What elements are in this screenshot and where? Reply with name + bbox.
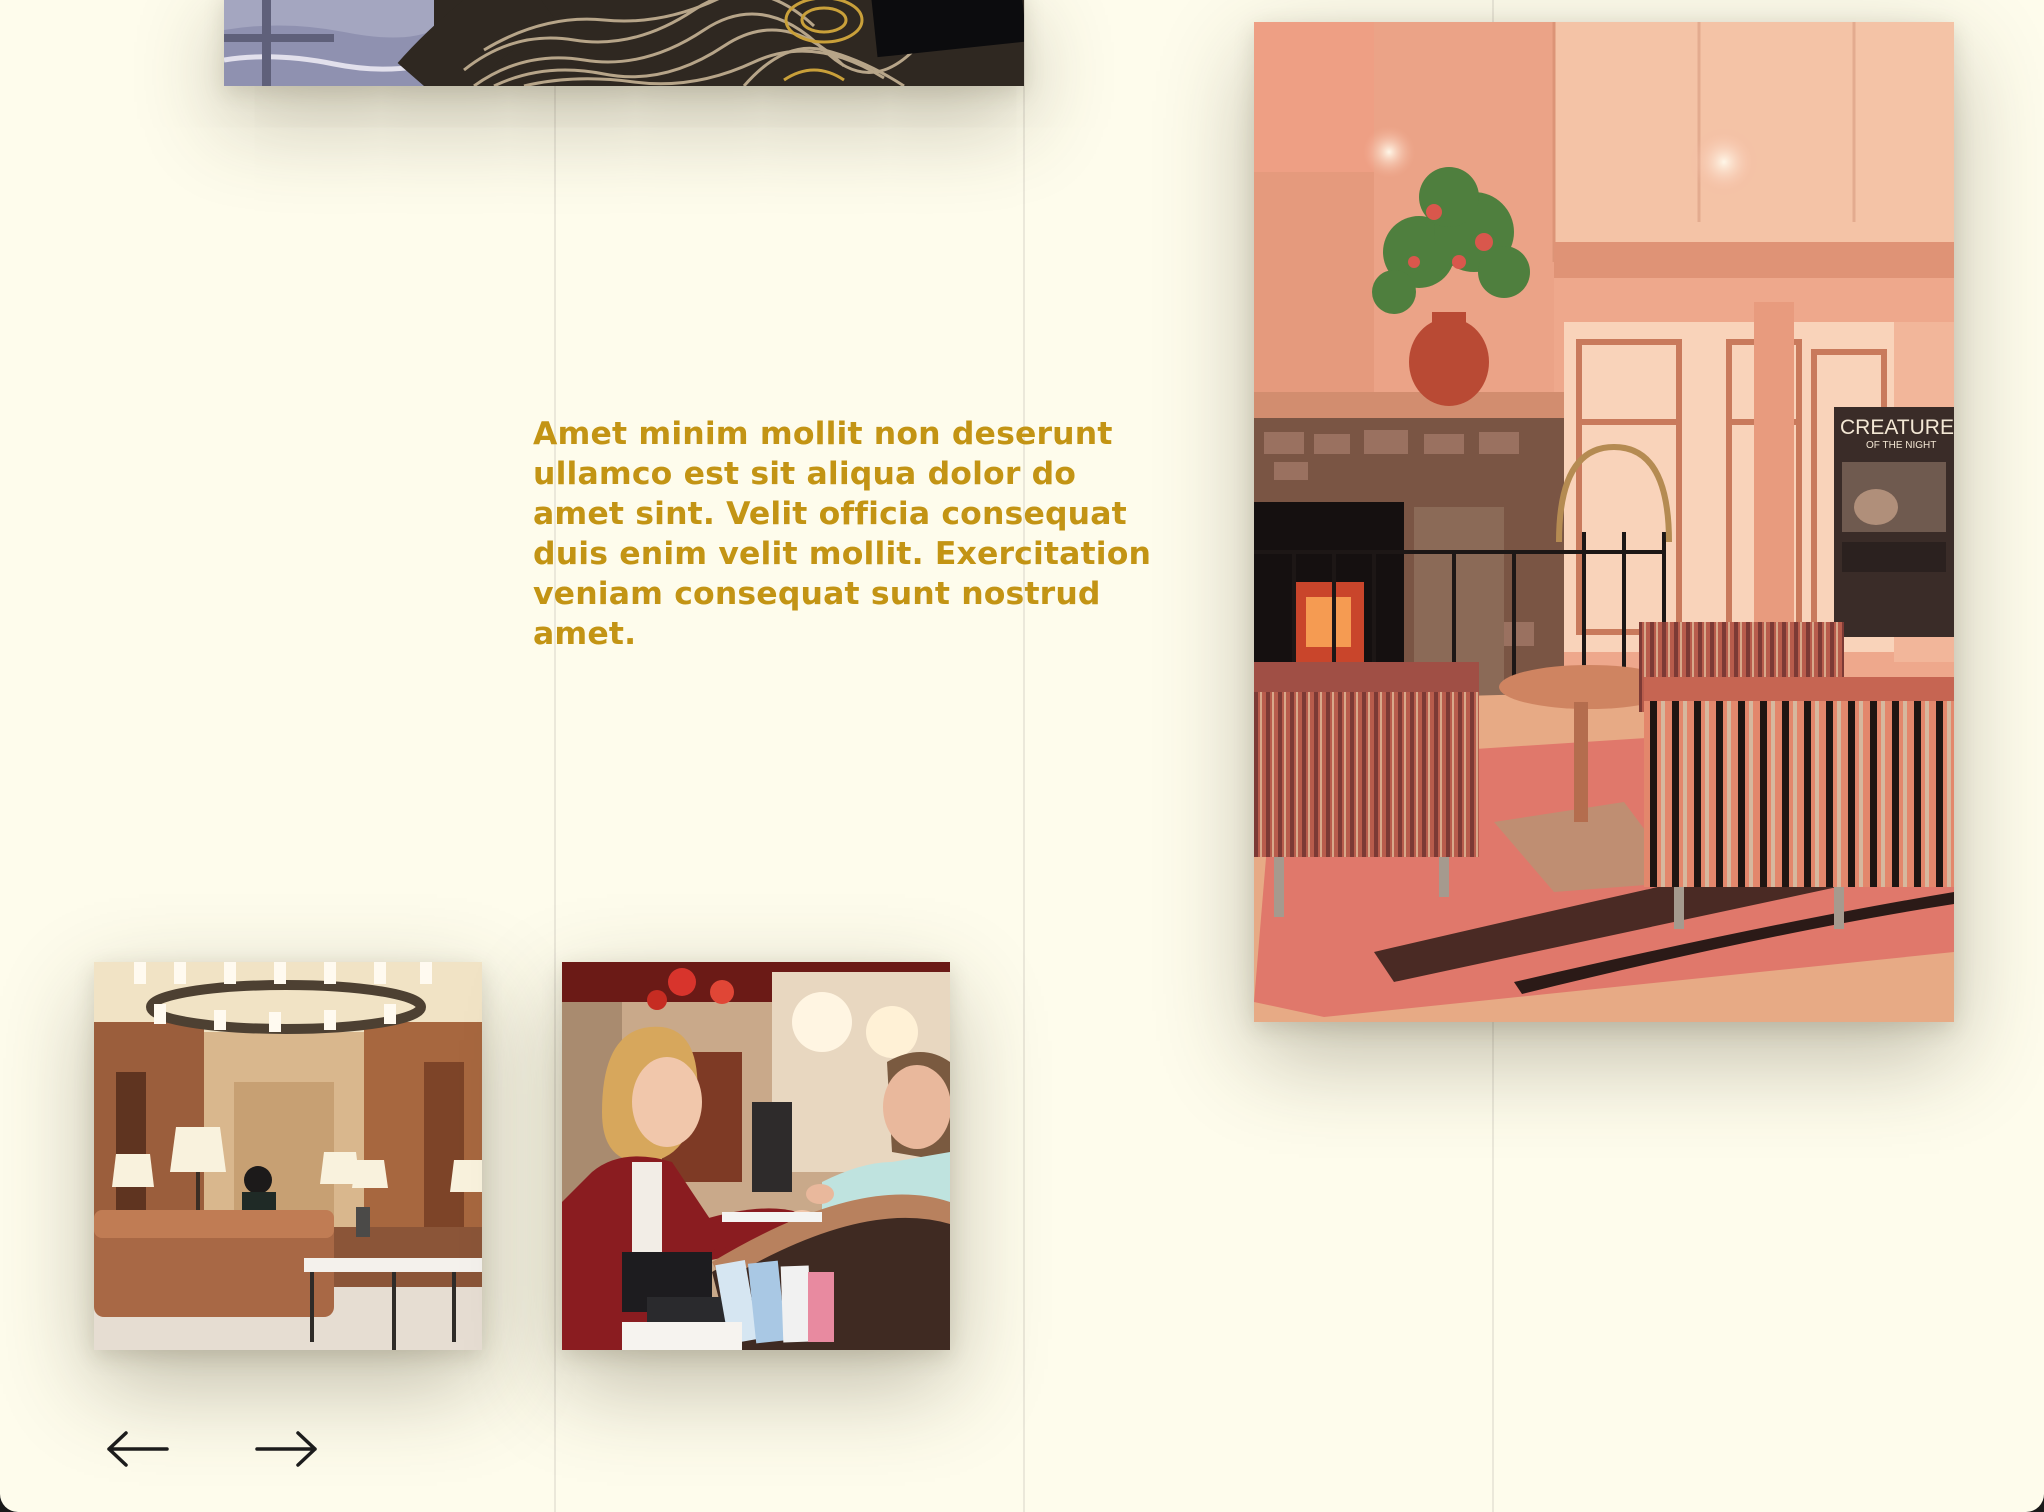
hotel-lounge-photo xyxy=(94,962,482,1350)
arrow-right-icon xyxy=(255,1431,317,1467)
reception-desk-photo xyxy=(562,962,950,1350)
poster-title: CREATURES xyxy=(1840,416,1954,439)
carpet-photo xyxy=(224,0,1024,86)
grid-line xyxy=(554,0,556,1512)
lobby-fireplace-photo: CREATURES OF THE NIGHT xyxy=(1254,22,1954,1022)
next-button[interactable] xyxy=(254,1428,320,1470)
page-canvas: CREATURES OF THE NIGHT xyxy=(0,0,2044,1512)
tagline-text: Amet minim mollit non deserunt ullamco e… xyxy=(533,416,1152,652)
grid-line xyxy=(1023,0,1025,1512)
poster-subtitle: OF THE NIGHT xyxy=(1866,440,1936,451)
arrow-left-icon xyxy=(107,1431,169,1467)
prev-button[interactable] xyxy=(104,1428,170,1470)
